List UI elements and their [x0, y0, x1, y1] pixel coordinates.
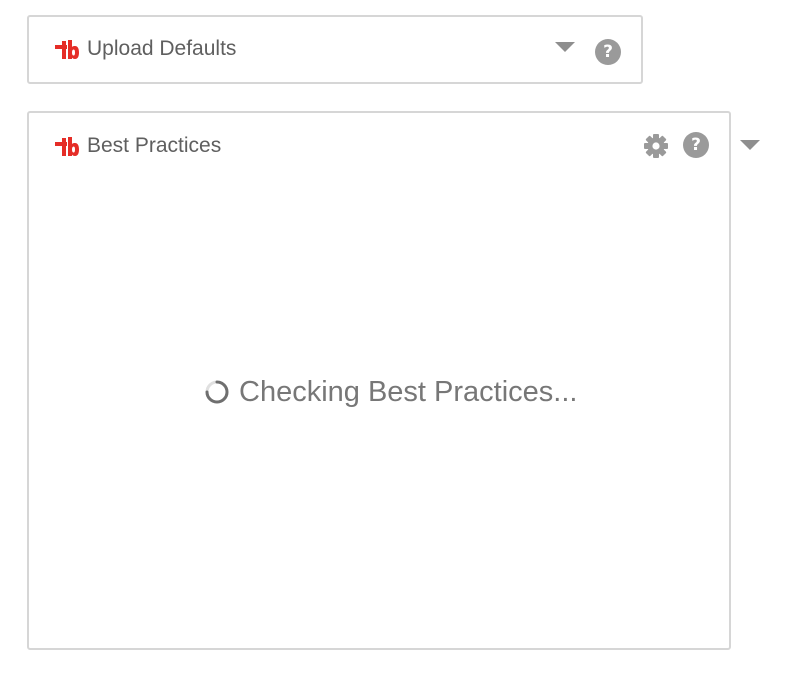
tubebuddy-logo-icon [55, 137, 79, 156]
upload-defaults-panel[interactable]: Upload Defaults ? [27, 15, 643, 84]
upload-defaults-title: Upload Defaults [87, 37, 237, 60]
status-text: Checking Best Practices... [239, 376, 578, 408]
loading-status: Checking Best Practices... [204, 374, 577, 410]
best-practices-header: Best Practices [53, 133, 221, 159]
help-icon[interactable]: ? [595, 39, 621, 65]
best-practices-title: Best Practices [87, 134, 222, 157]
gear-icon[interactable] [643, 133, 669, 159]
upload-defaults-header[interactable]: Upload Defaults [53, 36, 236, 62]
chevron-down-icon[interactable] [740, 140, 760, 150]
best-practices-panel: Best Practices ? Checking Best Practices… [27, 111, 731, 650]
chevron-down-icon[interactable] [555, 42, 575, 52]
tubebuddy-logo-icon [55, 40, 79, 59]
help-icon[interactable]: ? [683, 132, 709, 158]
loading-spinner-icon [205, 380, 229, 404]
